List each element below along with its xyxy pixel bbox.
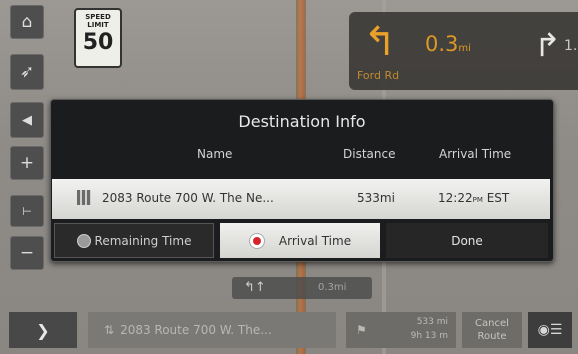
remaining-distance: 533 mi — [416, 317, 448, 327]
checkered-flag-icon — [77, 190, 91, 205]
dialog-title: Destination Info — [238, 112, 366, 131]
remaining-time-label: Remaining Time — [94, 233, 192, 248]
compass-icon[interactable]: ➶ — [10, 54, 44, 90]
speed-limit-line2: LIMIT — [87, 21, 109, 29]
radio-selected-icon — [248, 232, 265, 249]
scale-icon[interactable]: ⊢ — [10, 195, 44, 227]
destination-info-dialog: Destination Info Name Distance Arrival T… — [50, 99, 554, 262]
cancel-route-line1: Cancel — [475, 318, 509, 329]
expand-chevron-icon[interactable]: ❯ — [9, 312, 77, 348]
turn-left-arrow-icon: ↰ — [363, 19, 397, 65]
lane-guidance: ↰↑ 0.3mi — [232, 277, 372, 299]
home-icon[interactable]: ⌂ — [10, 5, 44, 39]
next-turn-icon: ↱ — [534, 26, 561, 64]
bottom-bar: ❯ ⇅ 2083 Route 700 W. The... ⚑ 533 mi 9h… — [0, 308, 578, 354]
route-icon: ⇅ — [104, 323, 115, 337]
flag-icon: ⚑ — [356, 323, 367, 337]
radio-unselected-icon — [76, 233, 91, 248]
remaining-time-button[interactable]: Remaining Time — [54, 223, 214, 258]
column-arrival-time: Arrival Time — [439, 147, 512, 161]
destination-bar[interactable]: ⇅ 2083 Route 700 W. The... — [88, 312, 336, 348]
destination-arrival: 12:22PM EST — [438, 191, 510, 205]
speed-limit-line1: SPEED — [85, 13, 111, 21]
turn-guidance-panel: ↰ 0.3mi Ford Rd ↱ 1.3 — [349, 12, 578, 90]
turn-street-name: Ford Rd — [357, 69, 400, 82]
zoom-out-button[interactable]: − — [10, 236, 44, 270]
destination-name: 2083 Route 700 W. The Ne... — [102, 191, 274, 205]
destination-summary: 2083 Route 700 W. The... — [120, 323, 272, 337]
done-button[interactable]: Done — [386, 223, 548, 258]
column-distance: Distance — [343, 147, 396, 161]
turn-distance: 0.3mi — [425, 32, 471, 56]
arrival-time-button[interactable]: Arrival Time — [220, 223, 380, 258]
cancel-route-line2: Route — [477, 331, 507, 342]
destination-distance: 533mi — [357, 191, 395, 205]
speed-limit-value: 50 — [82, 30, 114, 55]
mute-icon[interactable]: ◀ — [10, 102, 44, 138]
zoom-in-button[interactable]: + — [10, 146, 44, 180]
remaining-info[interactable]: ⚑ 533 mi 9h 13 m — [346, 312, 456, 348]
column-name: Name — [197, 147, 233, 161]
cancel-route-button[interactable]: Cancel Route — [462, 312, 522, 348]
dialog-buttons: Remaining Time Arrival Time Done — [52, 223, 550, 258]
lane-arrow-icon: ↰↑ — [244, 280, 266, 295]
arrival-time-label: Arrival Time — [278, 233, 352, 248]
next-turn-distance: 1.3 — [564, 38, 578, 54]
speed-limit-sign: SPEED LIMIT 50 — [74, 8, 122, 68]
menu-icon[interactable]: ◉☰ — [528, 312, 572, 348]
remaining-time: 9h 13 m — [410, 331, 448, 341]
destination-row[interactable]: 2083 Route 700 W. The Ne... 533mi 12:22P… — [52, 179, 550, 219]
lane-distance: 0.3mi — [318, 282, 347, 293]
